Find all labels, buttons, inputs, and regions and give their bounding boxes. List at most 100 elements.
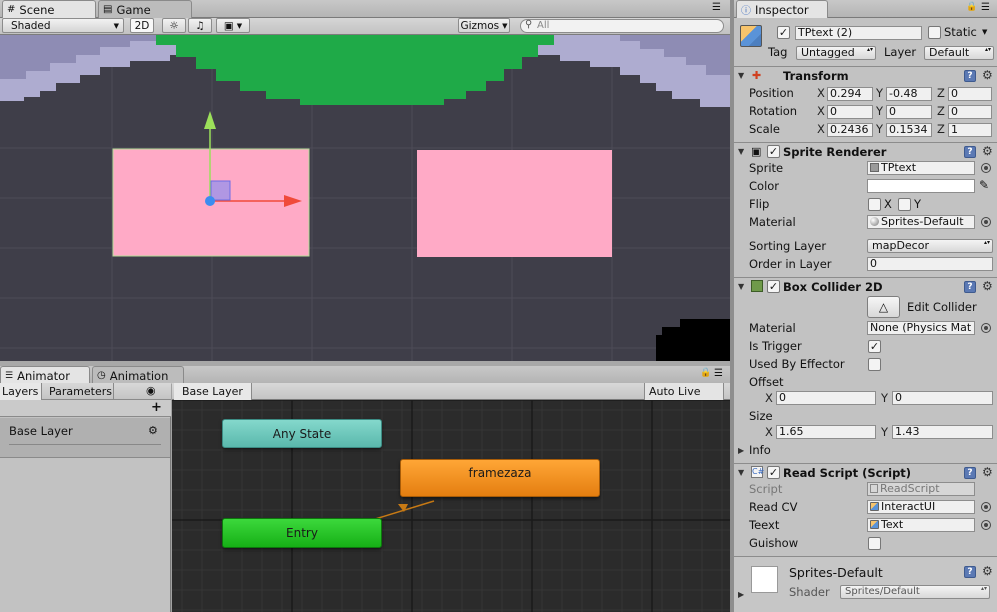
read-cv-field[interactable]: InteractUI xyxy=(867,500,975,514)
position-y-field[interactable]: -0.48 xyxy=(886,87,932,101)
gear-icon[interactable]: ⚙ xyxy=(982,466,993,478)
rotation-x-field[interactable]: 0 xyxy=(827,105,873,119)
teext-field[interactable]: Text xyxy=(867,518,975,532)
box-collider-enabled-checkbox[interactable]: ✓ xyxy=(767,280,780,293)
is-trigger-checkbox[interactable]: ✓ xyxy=(868,340,881,353)
object-name-field[interactable]: TPtext (2) xyxy=(795,26,922,40)
foldout-arrow-icon[interactable]: ▼ xyxy=(738,71,744,80)
scale-z-field[interactable]: 1 xyxy=(948,123,992,137)
scene-view[interactable] xyxy=(0,35,730,361)
speaker-icon: ♫ xyxy=(195,19,205,32)
color-swatch[interactable] xyxy=(867,179,975,193)
add-layer-button[interactable]: + xyxy=(151,400,162,415)
help-icon[interactable]: ? xyxy=(964,70,976,82)
gear-icon[interactable]: ⚙ xyxy=(982,69,993,81)
gizmos-dropdown[interactable]: Gizmos ▼ xyxy=(458,18,510,33)
help-icon[interactable]: ? xyxy=(964,281,976,293)
shading-dropdown[interactable]: Shaded ▼ xyxy=(2,18,124,33)
sorting-layer-dropdown[interactable]: mapDecor xyxy=(867,239,993,253)
sprite-field[interactable]: TPtext xyxy=(867,161,975,175)
panel-menu-icon[interactable]: ☰ xyxy=(981,2,990,13)
offset-x-field[interactable]: 0 xyxy=(776,391,876,405)
is-trigger-label: Is Trigger xyxy=(749,339,802,353)
object-picker-icon[interactable] xyxy=(981,163,991,173)
animator-graph[interactable]: Any State framezaza Entry xyxy=(172,400,730,612)
breadcrumb[interactable]: Base Layer xyxy=(174,383,252,400)
lock-icon[interactable]: 🔒 xyxy=(966,2,977,12)
lighting-toggle[interactable]: ☼ xyxy=(162,18,186,33)
chevron-down-icon: ▼ xyxy=(502,21,508,30)
help-icon[interactable]: ? xyxy=(964,146,976,158)
object-picker-icon[interactable] xyxy=(981,502,991,512)
tab-animator[interactable]: ☰ Animator xyxy=(0,366,90,384)
foldout-arrow-icon[interactable]: ▶ xyxy=(738,446,744,455)
flip-y-checkbox[interactable] xyxy=(898,198,911,211)
rotation-y-field[interactable]: 0 xyxy=(886,105,932,119)
position-z-field[interactable]: 0 xyxy=(948,87,992,101)
state-framezaza[interactable]: framezaza xyxy=(400,459,600,497)
lock-icon[interactable]: 🔒 xyxy=(700,368,711,378)
static-checkbox[interactable] xyxy=(928,26,941,39)
material-field[interactable]: Sprites-Default xyxy=(867,215,975,229)
tab-inspector[interactable]: ⓘ Inspector xyxy=(736,0,828,18)
active-checkbox[interactable]: ✓ xyxy=(777,26,790,39)
state-any-state[interactable]: Any State xyxy=(222,419,382,448)
object-picker-icon[interactable] xyxy=(981,217,991,227)
sprite-renderer-enabled-checkbox[interactable]: ✓ xyxy=(767,145,780,158)
auto-live-link-button[interactable]: Auto Live Link xyxy=(644,383,724,411)
effects-dropdown[interactable]: ▣ ▼ xyxy=(216,18,250,33)
object-picker-icon[interactable] xyxy=(981,520,991,530)
scene-search[interactable]: ⚲ All xyxy=(520,19,724,33)
sidebar-add-row xyxy=(0,400,171,417)
layer-row[interactable]: Base Layer ⚙ xyxy=(0,418,170,458)
eyedropper-icon[interactable]: ✎ xyxy=(979,178,989,192)
layer-dropdown[interactable]: Default xyxy=(924,46,994,60)
rotation-z-field[interactable]: 0 xyxy=(948,105,992,119)
foldout-arrow-icon[interactable]: ▼ xyxy=(738,468,744,477)
tab-scene[interactable]: # Scene xyxy=(2,0,96,18)
gear-icon[interactable]: ⚙ xyxy=(982,145,993,157)
size-x-field[interactable]: 1.65 xyxy=(776,425,876,439)
eye-icon[interactable]: ◉ xyxy=(146,384,156,397)
search-icon: ⚲ xyxy=(525,19,533,30)
foldout-arrow-icon[interactable]: ▼ xyxy=(738,147,744,156)
info-foldout-label[interactable]: Info xyxy=(749,443,771,457)
shader-dropdown[interactable]: Sprites/Default xyxy=(840,585,990,599)
read-script-enabled-checkbox[interactable]: ✓ xyxy=(767,466,780,479)
collider-material-field[interactable]: None (Physics Mat xyxy=(867,321,975,335)
object-picker-icon[interactable] xyxy=(981,323,991,333)
sprite-renderer-icon: ▣ xyxy=(751,145,762,158)
position-x-field[interactable]: 0.294 xyxy=(827,87,873,101)
size-label: Size xyxy=(749,409,773,423)
flip-x-checkbox[interactable] xyxy=(868,198,881,211)
material-swatch xyxy=(751,566,778,593)
guishow-checkbox[interactable] xyxy=(868,537,881,550)
offset-y-field[interactable]: 0 xyxy=(892,391,993,405)
state-entry[interactable]: Entry xyxy=(222,518,382,548)
tag-dropdown[interactable]: Untagged xyxy=(796,46,876,60)
scale-x-field[interactable]: 0.2436 xyxy=(827,123,873,137)
gear-icon[interactable]: ⚙ xyxy=(982,565,993,577)
foldout-arrow-icon[interactable]: ▶ xyxy=(738,590,744,599)
used-by-effector-checkbox[interactable] xyxy=(868,358,881,371)
2d-toggle[interactable]: 2D xyxy=(130,18,154,33)
foldout-arrow-icon[interactable]: ▼ xyxy=(738,282,744,291)
tab-game[interactable]: ▤ Game xyxy=(98,0,192,18)
help-icon[interactable]: ? xyxy=(964,467,976,479)
edit-collider-button[interactable]: △ xyxy=(867,296,900,318)
panel-menu-icon[interactable]: ☰ xyxy=(714,368,723,379)
gear-icon[interactable]: ⚙ xyxy=(982,280,993,292)
transform-header[interactable] xyxy=(734,66,997,84)
sprite-2[interactable] xyxy=(417,150,612,257)
panel-menu-icon[interactable]: ☰ xyxy=(712,2,721,13)
order-in-layer-field[interactable]: 0 xyxy=(867,257,993,271)
size-y-field[interactable]: 1.43 xyxy=(892,425,993,439)
chevron-down-icon[interactable]: ▼ xyxy=(982,28,987,36)
gear-icon[interactable]: ⚙ xyxy=(148,424,158,437)
help-icon[interactable]: ? xyxy=(964,566,976,578)
audio-toggle[interactable]: ♫ xyxy=(188,18,212,33)
tab-parameters[interactable]: Parameters xyxy=(44,383,114,400)
scale-y-field[interactable]: 0.1534 xyxy=(886,123,932,137)
tab-animation[interactable]: ◷ Animation xyxy=(92,366,184,384)
tab-layers[interactable]: Layers xyxy=(0,383,42,400)
